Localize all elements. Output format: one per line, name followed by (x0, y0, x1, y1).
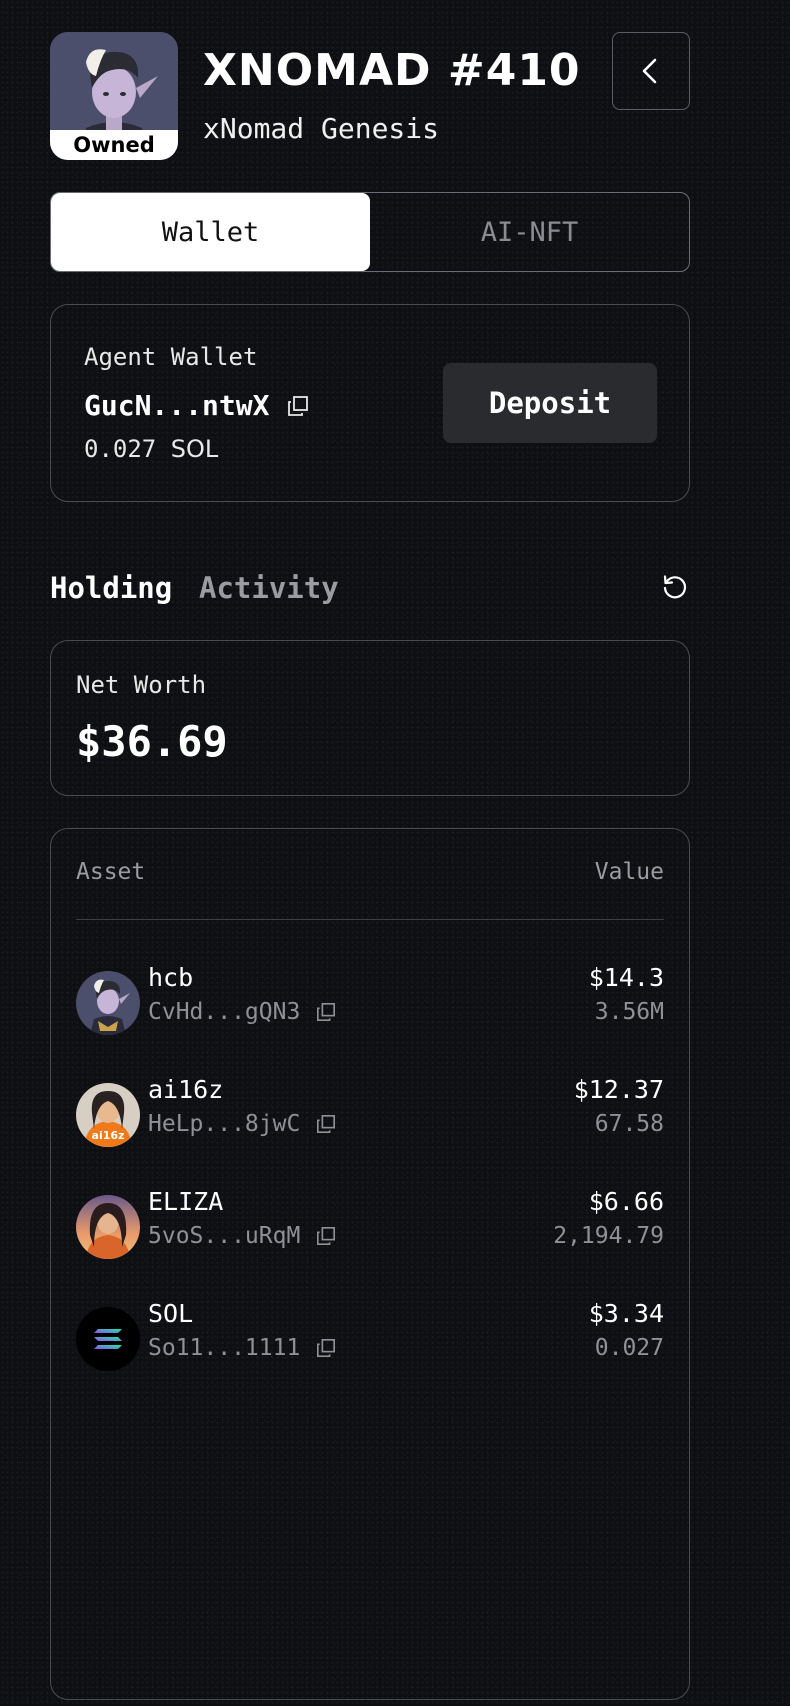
wallet-balance-unit: SOL (170, 435, 219, 463)
asset-amount: 2,194.79 (553, 1223, 664, 1249)
refresh-icon[interactable] (660, 573, 690, 603)
ai16z-token-icon: ai16z (76, 1083, 140, 1147)
tab-holding[interactable]: Holding (50, 568, 172, 608)
nft-thumbnail[interactable]: Owned (50, 32, 178, 160)
solana-token-icon (76, 1307, 140, 1371)
wallet-page: Owned XNOMAD #410 xNomad Genesis Wallet … (50, 32, 690, 1700)
asset-name: SOL (148, 1299, 194, 1328)
asset-address: So11...1111 (148, 1335, 301, 1361)
copy-icon[interactable] (316, 1338, 336, 1358)
asset-amount: 0.027 (594, 1335, 664, 1361)
asset-address-row: So11...1111 (148, 1335, 336, 1361)
net-worth-label: Net Worth (76, 671, 207, 699)
eliza-token-icon (76, 1195, 140, 1259)
asset-amount: 67.58 (594, 1111, 664, 1137)
asset-address: HeLp...8jwC (148, 1111, 301, 1137)
copy-icon[interactable] (316, 1114, 336, 1134)
net-worth-value: $36.69 (76, 717, 228, 766)
tab-wallet[interactable]: Wallet (51, 193, 370, 271)
agent-wallet-card: Agent Wallet GucN...ntwX 0.027 SOL Depos… (50, 304, 690, 502)
hcb-token-icon (76, 971, 140, 1035)
back-button[interactable] (612, 32, 690, 110)
asset-usd-value: $3.34 (588, 1299, 664, 1328)
asset-amount: 3.56M (594, 999, 664, 1025)
wallet-balance-amount: 0.027 (84, 435, 157, 463)
assets-table-header: Asset Value (76, 859, 664, 920)
assets-table: Asset Value hcb CvHd...gQN3 $14.3 3.56M … (50, 828, 690, 1700)
tab-ai-nft[interactable]: AI-NFT (370, 193, 689, 271)
asset-row-hcb[interactable]: hcb CvHd...gQN3 $14.3 3.56M (76, 959, 664, 1039)
svg-text:ai16z: ai16z (92, 1129, 125, 1142)
column-header-value: Value (594, 859, 664, 885)
copy-icon[interactable] (316, 1002, 336, 1022)
header: Owned XNOMAD #410 xNomad Genesis (50, 32, 690, 160)
tab-activity[interactable]: Activity (199, 568, 339, 608)
asset-row-sol[interactable]: SOL So11...1111 $3.34 0.027 (76, 1295, 664, 1375)
net-worth-card: Net Worth $36.69 (50, 640, 690, 796)
asset-name: ELIZA (148, 1187, 224, 1216)
wallet-address: GucN...ntwX (84, 389, 270, 422)
wallet-address-row: GucN...ntwX (84, 389, 309, 422)
sub-tabs: Holding Activity (50, 568, 690, 608)
asset-address: CvHd...gQN3 (148, 999, 301, 1025)
asset-usd-value: $14.3 (588, 963, 664, 992)
copy-icon[interactable] (316, 1226, 336, 1246)
deposit-button[interactable]: Deposit (443, 363, 657, 443)
asset-row-eliza[interactable]: ELIZA 5voS...uRqM $6.66 2,194.79 (76, 1183, 664, 1263)
main-tabs: Wallet AI-NFT (50, 192, 690, 272)
copy-icon[interactable] (287, 395, 309, 417)
asset-name: ai16z (148, 1075, 224, 1104)
asset-usd-value: $12.37 (573, 1075, 664, 1104)
asset-name: hcb (148, 963, 194, 992)
column-header-asset: Asset (76, 859, 146, 885)
asset-address-row: CvHd...gQN3 (148, 999, 336, 1025)
chevron-left-icon (642, 58, 657, 84)
asset-address: 5voS...uRqM (148, 1223, 301, 1249)
asset-usd-value: $6.66 (588, 1187, 664, 1216)
wallet-balance: 0.027 SOL (84, 435, 218, 463)
page-title: XNOMAD #410 (203, 45, 581, 96)
asset-row-ai16z[interactable]: ai16z ai16z HeLp...8jwC $12.37 67.58 (76, 1071, 664, 1151)
wallet-label: Agent Wallet (84, 343, 258, 371)
asset-address-row: HeLp...8jwC (148, 1111, 336, 1137)
collection-name: xNomad Genesis (203, 112, 440, 145)
owned-badge: Owned (50, 130, 178, 160)
asset-address-row: 5voS...uRqM (148, 1223, 336, 1249)
